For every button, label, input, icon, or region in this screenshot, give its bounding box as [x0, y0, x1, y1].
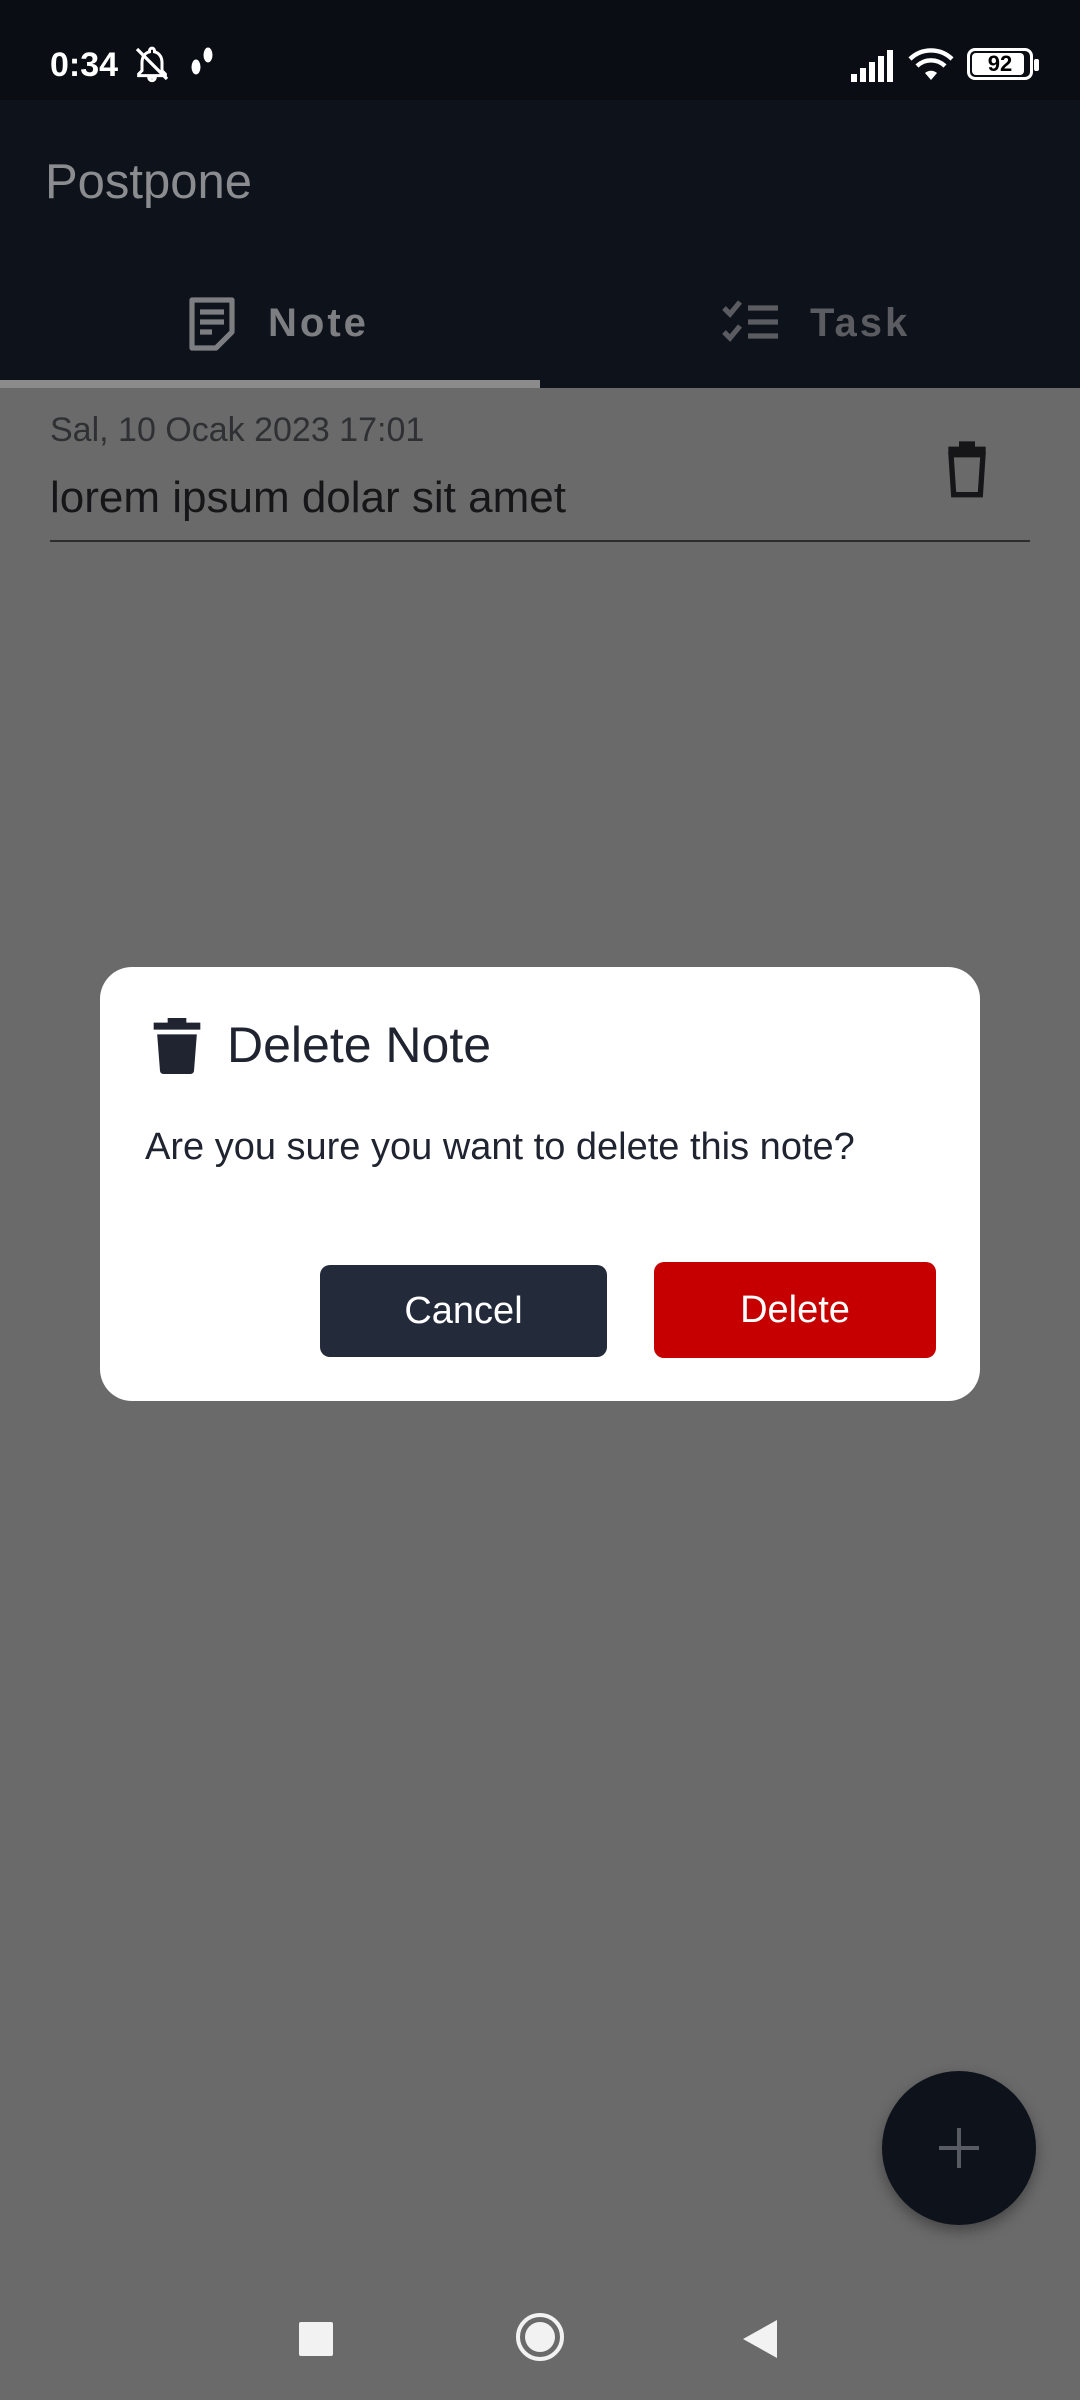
tab-note-label: Note: [268, 301, 369, 345]
app-title: Postpone: [45, 155, 253, 209]
add-note-button[interactable]: [882, 2071, 1036, 2225]
signal-icon: [851, 50, 893, 82]
checklist-icon: [722, 300, 778, 342]
cancel-button[interactable]: Cancel: [320, 1265, 607, 1357]
tab-task-label: Task: [810, 301, 911, 345]
trash-icon: [153, 1018, 201, 1074]
note-date: Sal, 10 Ocak 2023 17:01: [50, 411, 425, 449]
note-text: lorem ipsum dolar sit amet: [50, 473, 566, 522]
delete-dialog: Delete Note Are you sure you want to del…: [100, 967, 980, 1401]
back-button[interactable]: [741, 2318, 779, 2360]
tab-indicator: [0, 380, 540, 388]
battery-icon: 92: [967, 48, 1039, 80]
app-bar: Postpone: [0, 100, 1080, 260]
plus-icon: [939, 2128, 979, 2168]
note-icon: [189, 297, 235, 351]
dialog-message: Are you sure you want to delete this not…: [145, 1126, 855, 1168]
system-nav-bar: [0, 2280, 1080, 2400]
trash-icon[interactable]: [935, 436, 999, 500]
tab-note[interactable]: Note: [0, 260, 540, 388]
walk-icon: [191, 47, 213, 75]
battery-level: 92: [987, 51, 1013, 76]
tab-bar: Note Task: [0, 260, 1080, 388]
delete-button[interactable]: Delete: [654, 1262, 936, 1358]
tab-task[interactable]: Task: [540, 260, 1080, 388]
status-bar: 0:34 92: [0, 0, 1080, 100]
wifi-icon: [908, 48, 954, 80]
home-button[interactable]: [514, 2311, 566, 2363]
list-item[interactable]: Sal, 10 Ocak 2023 17:01 lorem ipsum dola…: [50, 400, 1030, 542]
status-time: 0:34: [50, 46, 119, 84]
dialog-title: Delete Note: [227, 1017, 492, 1073]
recents-button[interactable]: [299, 2322, 333, 2356]
bell-off-icon: [135, 46, 169, 83]
